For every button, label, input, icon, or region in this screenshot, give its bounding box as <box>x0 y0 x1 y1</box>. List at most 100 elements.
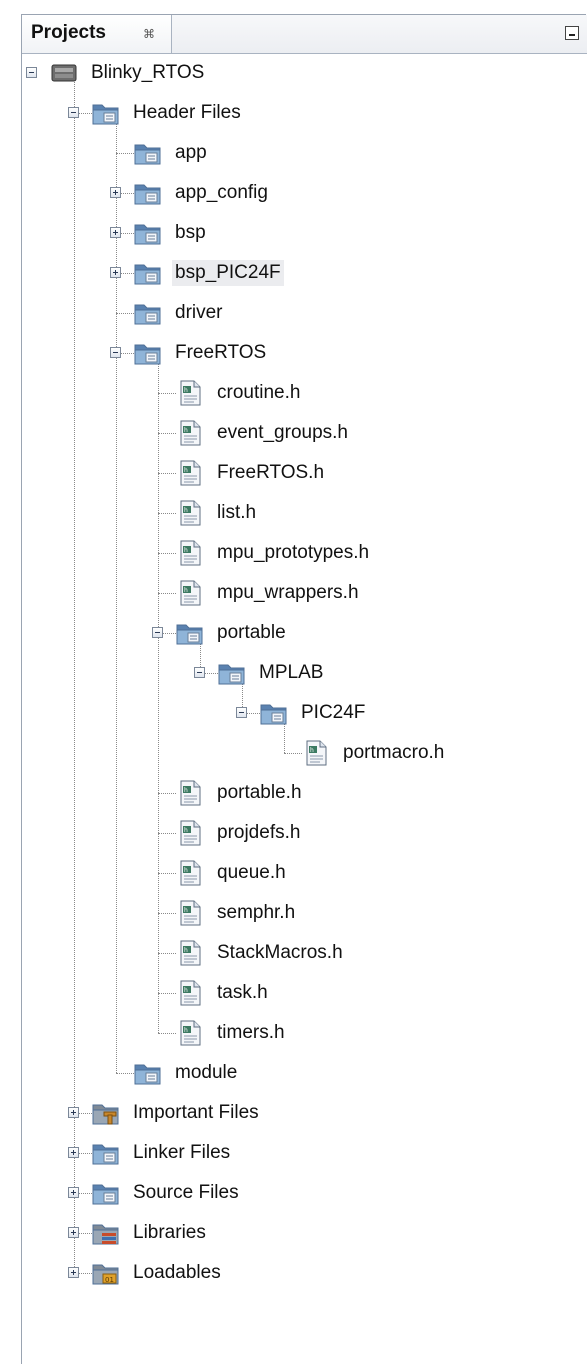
tree-item[interactable]: MPLAB <box>218 653 326 693</box>
tree-item[interactable]: PIC24F <box>260 693 368 733</box>
header-file-icon: h <box>302 740 330 766</box>
expand-toggle-icon[interactable] <box>68 1267 79 1278</box>
tree-item[interactable]: Blinky_RTOS <box>50 53 207 93</box>
tree-connector-line <box>116 153 134 154</box>
tree-connector-line <box>158 433 176 434</box>
svg-text:h: h <box>184 787 188 794</box>
tree-item[interactable]: portable <box>176 613 289 653</box>
tree-item-label: app_config <box>175 182 268 203</box>
svg-text:h: h <box>184 507 188 514</box>
tree-item[interactable]: h list.h <box>176 493 259 533</box>
tree-item-label: portable <box>217 622 286 643</box>
collapse-toggle-icon[interactable] <box>110 347 121 358</box>
logical-folder-icon <box>134 340 162 366</box>
svg-text:h: h <box>184 547 188 554</box>
tree-item[interactable]: h croutine.h <box>176 373 303 413</box>
tab-title: Projects <box>31 22 106 43</box>
tree-item[interactable]: bsp <box>134 213 209 253</box>
header-file-icon: h <box>176 580 204 606</box>
tree-connector-line <box>158 833 176 834</box>
tree-item-label: MPLAB <box>259 662 324 683</box>
tree-connector-line <box>158 473 176 474</box>
tree-item[interactable]: Header Files <box>92 93 244 133</box>
tree-item-label: FreeRTOS.h <box>217 462 325 483</box>
panel-header: Projects ⌘ <box>22 15 587 54</box>
tree-item[interactable]: 01 Loadables <box>92 1253 224 1293</box>
expand-toggle-icon[interactable] <box>110 187 121 198</box>
tree-item[interactable]: h event_groups.h <box>176 413 351 453</box>
tree-item-label: Linker Files <box>133 1142 231 1163</box>
tree-item[interactable]: FreeRTOS <box>134 333 269 373</box>
tree-item[interactable]: h portable.h <box>176 773 305 813</box>
tree-item[interactable]: h timers.h <box>176 1013 288 1053</box>
expand-toggle-icon[interactable] <box>110 267 121 278</box>
tree-item[interactable]: h mpu_prototypes.h <box>176 533 372 573</box>
tree-item-label: bsp_PIC24F <box>172 260 284 286</box>
expand-toggle-icon[interactable] <box>68 1147 79 1158</box>
tree-item[interactable]: app <box>134 133 210 173</box>
header-file-icon: h <box>176 1020 204 1046</box>
svg-text:h: h <box>184 987 188 994</box>
tree-item[interactable]: driver <box>134 293 226 333</box>
tab-close-icon[interactable]: ⌘ <box>143 27 157 41</box>
tree-item-label: mpu_wrappers.h <box>217 582 359 603</box>
tree-item[interactable]: h portmacro.h <box>302 733 447 773</box>
tree-item[interactable]: Important Files <box>92 1093 262 1133</box>
logical-folder-icon <box>134 300 162 326</box>
tree-item-label: task.h <box>217 982 268 1003</box>
projects-panel: Projects ⌘ Blinky_RTOS Header Files app <box>21 14 587 1364</box>
logical-folder-icon <box>134 260 162 286</box>
tree-item-label: mpu_prototypes.h <box>217 542 370 563</box>
tab-projects[interactable]: Projects ⌘ <box>22 15 172 53</box>
header-file-icon: h <box>176 380 204 406</box>
tree-item[interactable]: h task.h <box>176 973 271 1013</box>
tree-guide-line <box>116 119 117 1073</box>
tree-connector-line <box>158 553 176 554</box>
tree-connector-line <box>158 513 176 514</box>
collapse-toggle-icon[interactable] <box>194 667 205 678</box>
tree-connector-line <box>158 593 176 594</box>
tree-item[interactable]: h queue.h <box>176 853 289 893</box>
logical-folder-icon <box>134 140 162 166</box>
tree-connector-line <box>158 1033 176 1034</box>
svg-text:h: h <box>184 387 188 394</box>
tree-item[interactable]: h mpu_wrappers.h <box>176 573 362 613</box>
tree-item[interactable]: Libraries <box>92 1213 209 1253</box>
expand-toggle-icon[interactable] <box>68 1107 79 1118</box>
project-chip-icon <box>50 60 78 86</box>
tree-item[interactable]: h projdefs.h <box>176 813 303 853</box>
expand-toggle-icon[interactable] <box>68 1227 79 1238</box>
svg-text:h: h <box>184 907 188 914</box>
header-file-icon: h <box>176 940 204 966</box>
tree-item[interactable]: bsp_PIC24F <box>134 253 284 293</box>
tree-item-label: Header Files <box>133 102 241 123</box>
svg-text:h: h <box>184 867 188 874</box>
tree-item[interactable]: Linker Files <box>92 1133 233 1173</box>
important-folder-icon <box>92 1100 120 1126</box>
tree-item-label: Important Files <box>133 1102 259 1123</box>
tree-item-label: queue.h <box>217 862 286 883</box>
tree-item-label: semphr.h <box>217 902 296 923</box>
tree-item[interactable]: Source Files <box>92 1173 242 1213</box>
logical-folder-icon <box>134 1060 162 1086</box>
minimize-icon[interactable] <box>565 26 579 40</box>
collapse-toggle-icon[interactable] <box>68 107 79 118</box>
collapse-toggle-icon[interactable] <box>236 707 247 718</box>
tree-item-label: StackMacros.h <box>217 942 343 963</box>
header-file-icon: h <box>176 780 204 806</box>
tree-item[interactable]: h semphr.h <box>176 893 298 933</box>
tree-item[interactable]: h FreeRTOS.h <box>176 453 327 493</box>
collapse-toggle-icon[interactable] <box>152 627 163 638</box>
tree-item[interactable]: app_config <box>134 173 271 213</box>
expand-toggle-icon[interactable] <box>68 1187 79 1198</box>
header-file-icon: h <box>176 820 204 846</box>
tree-item[interactable]: h StackMacros.h <box>176 933 346 973</box>
tree-guide-line <box>74 79 75 1273</box>
tree-item-label: module <box>175 1062 238 1083</box>
tree-item[interactable]: module <box>134 1053 240 1093</box>
collapse-toggle-icon[interactable] <box>26 67 37 78</box>
tree-item-label: PIC24F <box>301 702 366 723</box>
expand-toggle-icon[interactable] <box>110 227 121 238</box>
header-file-icon: h <box>176 980 204 1006</box>
logical-folder-icon <box>260 700 288 726</box>
